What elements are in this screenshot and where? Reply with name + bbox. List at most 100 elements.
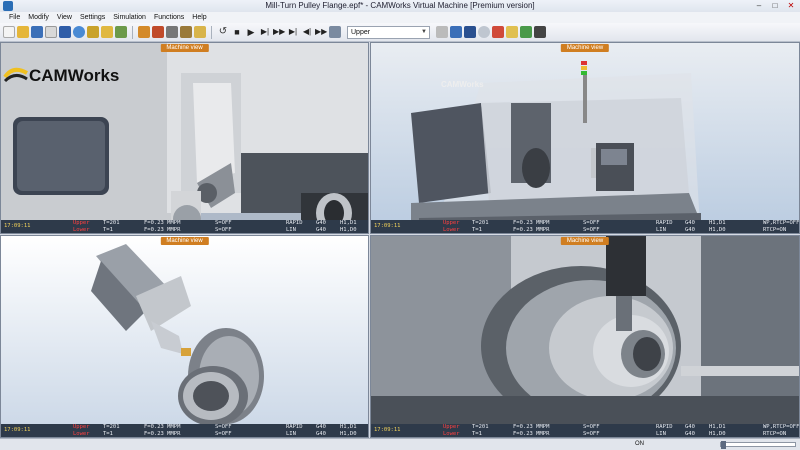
viewport-top-left[interactable]: CAMWorks Machine view 17:09:11 Upper Low… [0,42,369,234]
viewport-status: 17:09:11 Upper Lower T=201 T=1 F=0.23 MM… [1,424,368,437]
wrench-icon[interactable] [166,26,178,38]
status-time: 17:09:11 [374,223,401,229]
menu-file[interactable]: File [5,12,24,23]
logo-text: CAMWorks [29,66,120,85]
view-select[interactable]: Upper ▼ [347,25,430,39]
status-channel-lower: Lower [73,226,90,233]
menu-functions[interactable]: Functions [150,12,188,23]
toolbar-separator [211,25,212,39]
robot-icon[interactable] [464,26,476,38]
minimize-button[interactable]: – [752,0,766,11]
status-motion-lower: LIN [656,430,666,437]
fast-forward-icon[interactable]: ▶▶ [273,26,285,38]
tool-part-scene [1,236,368,437]
status-gcode-lower: G40 [316,226,326,233]
status-feed-lower: F=0.23 MMPR [144,430,181,437]
maximize-button[interactable]: □ [768,0,782,11]
open-folder-icon[interactable] [17,26,29,38]
status-offset-lower: H1,D0 [340,430,357,437]
menu-simulation[interactable]: Simulation [109,12,150,23]
step-back-icon[interactable]: ◀| [301,26,313,38]
status-gcode-lower: G40 [316,430,326,437]
viewport-title: Machine view [160,44,209,52]
end-icon[interactable]: ▶| [287,26,299,38]
status-spindle-lower: S=OFF [215,226,232,233]
spindle-closeup-scene [371,236,799,437]
menu-bar: File Modify View Settings Simulation Fun… [0,12,800,23]
status-offset-lower: H1,D0 [340,226,357,233]
status-time: 17:09:11 [4,427,31,433]
status-channel-lower: Lower [73,430,90,437]
machine-state-label: ON [635,441,644,447]
app-icon [3,1,13,11]
status-tool-lower: T=1 [103,430,113,437]
save-icon[interactable] [31,26,43,38]
status-tool-lower: T=1 [103,226,113,233]
next-op-icon[interactable]: ▶▶ [315,26,327,38]
menu-help[interactable]: Help [188,12,210,23]
toolbar-separator [132,25,133,39]
menu-modify[interactable]: Modify [24,12,53,23]
status-spindle-lower: S=OFF [583,430,600,437]
speed-slider[interactable] [720,441,796,449]
menu-view[interactable]: View [53,12,76,23]
viewport-title: Machine view [560,44,610,52]
status-channel-lower: Lower [443,430,460,437]
clipboard-icon[interactable] [194,26,206,38]
gear-icon[interactable] [115,26,127,38]
status-spindle-lower: S=OFF [583,226,600,233]
close-button[interactable]: ✕ [784,0,798,11]
document-icon[interactable] [45,26,57,38]
menu-settings[interactable]: Settings [76,12,109,23]
settings-icon[interactable] [180,26,192,38]
toolbar: ↺ ■ ▶ ▶| ▶▶ ▶| ◀| ▶▶ Upper ▼ [0,23,800,42]
viewport-top-right[interactable]: CAMWorks Machine view 17:09:11 Upper Low… [370,42,800,234]
cube-icon[interactable] [506,26,518,38]
status-gcode-lower: G40 [685,226,695,233]
speed-slider-thumb[interactable] [721,441,726,449]
machine-brand-label: CAMWorks [441,80,484,89]
viewport-bottom-left[interactable]: Machine view 17:09:11 Upper Lower T=201 … [0,235,369,438]
status-motion-lower: LIN [656,226,666,233]
logo-swirl-icon [3,67,28,83]
stop-icon[interactable]: ■ [231,26,243,38]
viewport-title: Machine view [560,237,610,245]
status-bar: ON [0,438,800,450]
list-icon[interactable] [329,26,341,38]
rewind-icon[interactable]: ↺ [217,26,229,38]
tool-icon[interactable] [101,26,113,38]
viewport-status: 17:09:11 Upper Lower T=201 T=1 F=0.23 MM… [371,424,799,437]
pencil-icon[interactable] [152,26,164,38]
person-icon[interactable] [450,26,462,38]
camworks-logo: CAMWorks [3,65,119,87]
new-doc-icon[interactable] [3,26,15,38]
status-time: 17:09:11 [4,223,31,229]
layers-icon[interactable] [138,26,150,38]
window-icon[interactable] [59,26,71,38]
status-offset-lower: H1,D0 [709,430,726,437]
status-time: 17:09:11 [374,427,401,433]
status-channel-lower: Lower [443,226,460,233]
chevron-down-icon: ▼ [421,28,427,35]
status-feed-lower: F=0.23 MMPR [513,226,550,233]
lock-icon[interactable] [436,26,448,38]
sphere-icon[interactable] [478,26,490,38]
viewport-grid: CAMWorks Machine view 17:09:11 Upper Low… [0,42,800,438]
viewport-status: 17:09:11 Upper Lower T=201 T=1 F=0.23 MM… [1,220,368,233]
status-rtcp-lower: RTCP=ON [763,430,787,437]
viewport-title: Machine view [160,237,209,245]
status-feed-lower: F=0.23 MMPR [513,430,550,437]
status-gcode-lower: G40 [685,430,695,437]
zoom-icon[interactable] [73,26,85,38]
status-feed-lower: F=0.23 MMPR [144,226,181,233]
viewport-bottom-right[interactable]: Machine view 17:09:11 Upper Lower T=201 … [370,235,800,438]
viewport-status: 17:09:11 Upper Lower T=201 T=1 F=0.23 MM… [371,220,799,233]
axis-icon[interactable] [492,26,504,38]
play-icon[interactable]: ▶ [245,26,257,38]
status-motion-lower: LIN [286,226,296,233]
arrows-icon[interactable] [520,26,532,38]
ruler-icon[interactable] [87,26,99,38]
box-icon[interactable] [534,26,546,38]
status-tool-lower: T=1 [472,226,482,233]
step-icon[interactable]: ▶| [259,26,271,38]
